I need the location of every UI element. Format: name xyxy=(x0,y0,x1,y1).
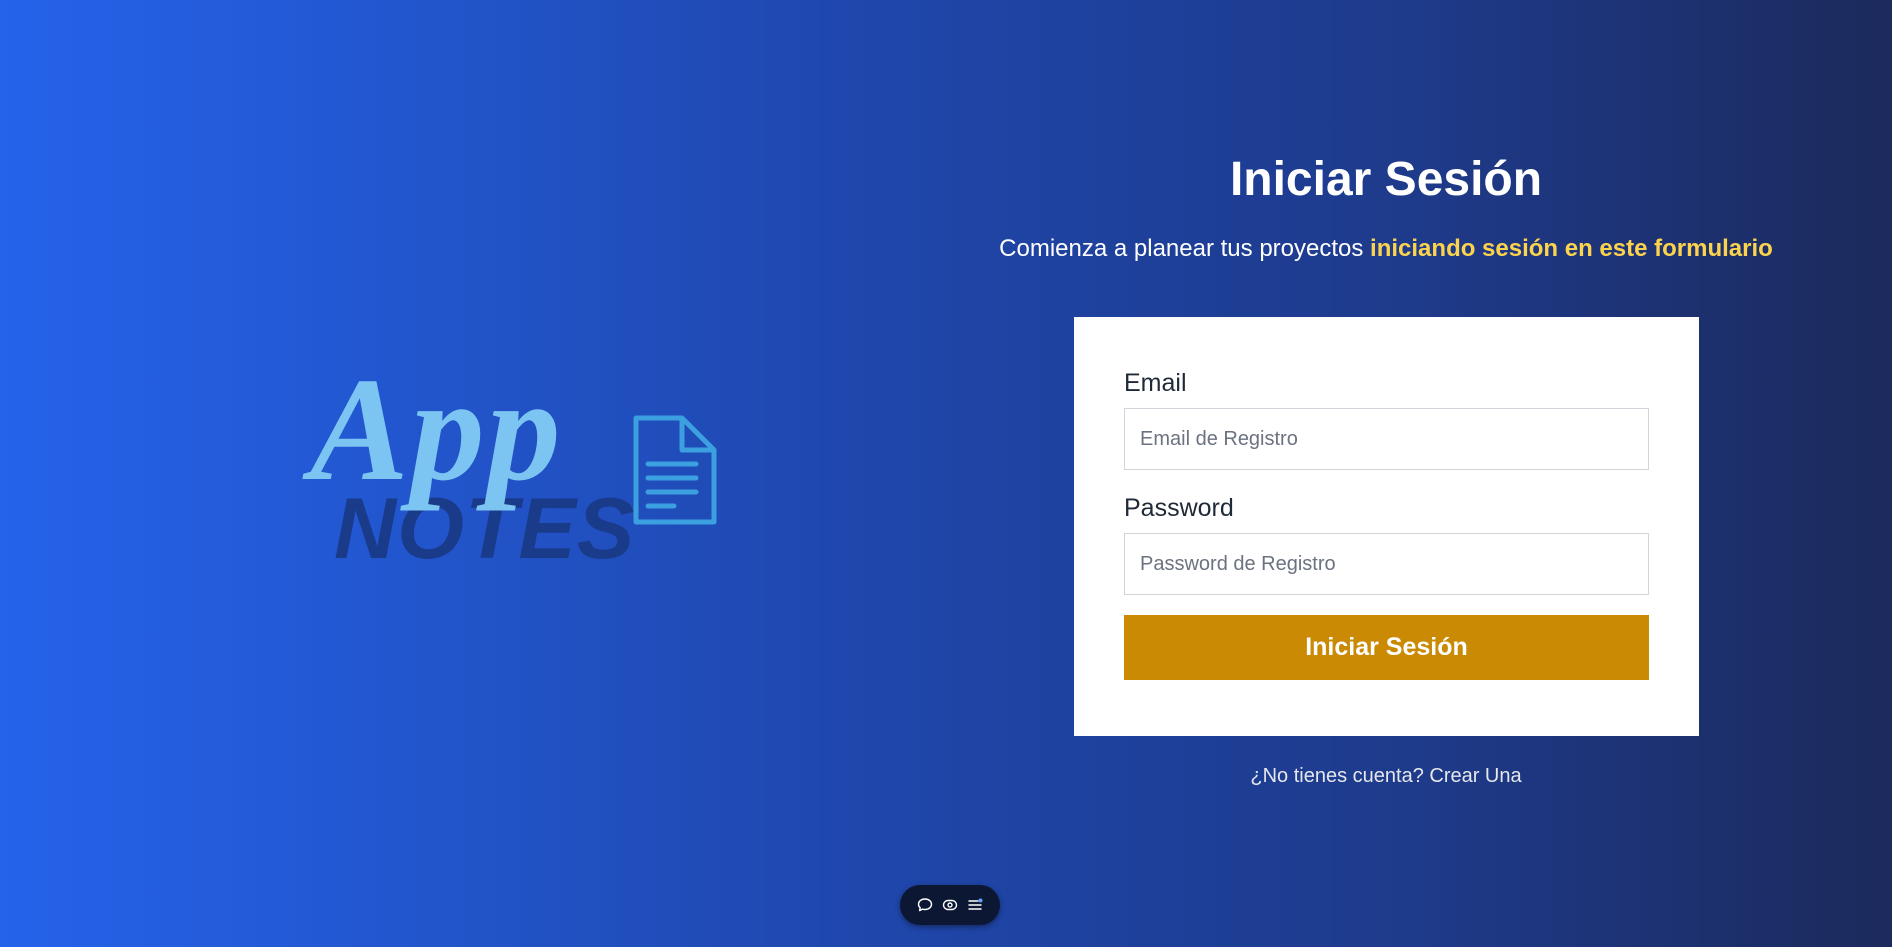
chat-bubble-icon[interactable] xyxy=(914,894,936,916)
login-panel: Iniciar Sesión Comienza a planear tus pr… xyxy=(946,0,1826,947)
password-field[interactable] xyxy=(1124,533,1649,595)
email-field[interactable] xyxy=(1124,408,1649,470)
document-icon xyxy=(633,415,717,525)
branding-panel: NOTES App xyxy=(0,0,946,947)
page-title: Iniciar Sesión xyxy=(1229,153,1543,206)
page-subtitle: Comienza a planear tus proyectos inician… xyxy=(946,235,1826,263)
menu-icon[interactable] xyxy=(964,894,986,916)
password-label: Password xyxy=(1124,494,1234,522)
create-account-link[interactable]: ¿No tienes cuenta? Crear Una xyxy=(946,765,1826,788)
login-form: Email Password Iniciar Sesión xyxy=(1074,317,1699,736)
subtitle-text: Comienza a planear tus proyectos xyxy=(999,235,1371,262)
logo-app-text: App xyxy=(310,348,563,512)
eye-icon[interactable] xyxy=(939,894,961,916)
login-submit-button[interactable]: Iniciar Sesión xyxy=(1124,615,1649,680)
floating-toolbar xyxy=(900,885,1000,925)
email-label: Email xyxy=(1124,369,1187,397)
subtitle-highlight: iniciando sesión en este formulario xyxy=(1370,235,1773,262)
app-notes-logo: NOTES App xyxy=(310,356,730,578)
